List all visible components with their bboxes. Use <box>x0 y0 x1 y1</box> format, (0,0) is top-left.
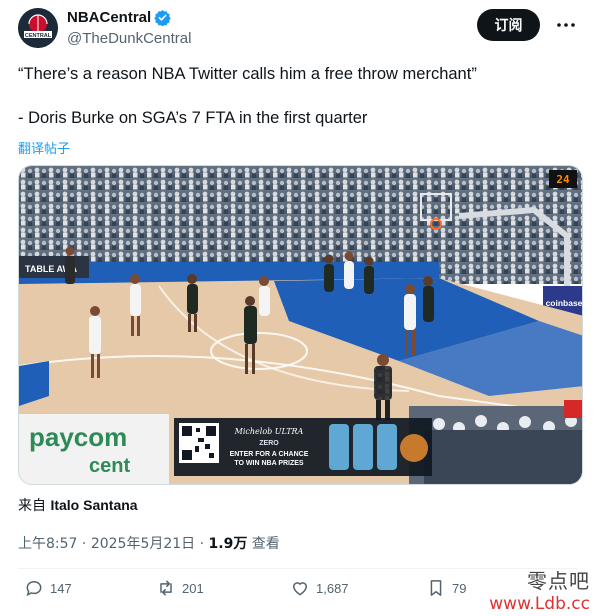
tweet-video[interactable]: TABLE AWA 24 coinbase paycom cent Michel… <box>18 165 583 485</box>
ad-overlay: Michelob ULTRA ZERO ENTER FOR A CHANCE T… <box>174 418 432 476</box>
repost-icon <box>160 580 172 596</box>
ad-line2-text: ENTER FOR A CHANCE <box>230 451 309 458</box>
subscribe-button[interactable]: 订阅 <box>477 9 540 41</box>
bookmark-icon <box>430 580 442 596</box>
heart-icon <box>293 582 307 596</box>
like-button[interactable]: 1,687 <box>290 578 349 598</box>
reply-count: 147 <box>50 580 72 596</box>
repost-count: 201 <box>182 580 204 596</box>
author-handle[interactable]: @TheDunkCentral <box>67 30 191 47</box>
source-name-link[interactable]: Italo Santana <box>50 497 137 513</box>
tweet-header: CENTRAL NBACentral @TheDunkCentral 订阅 <box>18 8 578 52</box>
sponsor-left-text: paycom <box>29 422 127 452</box>
translate-post-link[interactable]: 翻译帖子 <box>18 138 70 157</box>
more-options-icon[interactable] <box>554 13 578 37</box>
sponsor-right-text: coinbase <box>546 298 583 308</box>
repost-button[interactable]: 201 <box>156 578 204 598</box>
media-source: 来自 Italo Santana <box>18 495 138 515</box>
shot-clock-text: 24 <box>556 173 570 186</box>
watermark-cn: 零点吧 <box>527 569 590 593</box>
verified-badge-icon <box>154 10 171 26</box>
views-count: 1.9万 <box>208 536 248 552</box>
watermark: 零点吧 www.Ldb.cc <box>489 565 590 614</box>
views-label: 查看 <box>251 536 280 552</box>
watermark-url: www.Ldb.cc <box>489 594 590 614</box>
sponsor-left-text-2: cent <box>89 455 130 477</box>
tweet-time[interactable]: 上午8:57 <box>18 536 77 552</box>
ad-line3-text: TO WIN NBA PRIZES <box>234 460 304 467</box>
tweet-meta: 上午8:57 · 2025年5月21日 · 1.9万 查看 <box>18 536 280 552</box>
tweet-date[interactable]: 2025年5月21日 <box>91 536 195 552</box>
ad-line1-text: ZERO <box>259 440 279 447</box>
avatar[interactable]: CENTRAL <box>18 8 58 48</box>
source-prefix: 来自 <box>18 498 46 514</box>
author-display-name[interactable]: NBACentral <box>67 9 151 26</box>
bookmark-count: 79 <box>452 580 467 596</box>
bookmark-button[interactable]: 79 <box>426 578 466 598</box>
reply-button[interactable]: 147 <box>24 578 72 598</box>
video-frame: TABLE AWA 24 coinbase paycom cent Michel… <box>19 166 583 484</box>
tweet-line-attribution: - Doris Burke on SGA’s 7 FTA in the firs… <box>18 109 368 127</box>
ad-brand-text: Michelob ULTRA <box>234 427 304 436</box>
tweet-line-quote: “There’s a reason NBA Twitter calls him … <box>18 65 477 83</box>
like-count: 1,687 <box>316 580 349 596</box>
tweet-text: “There’s a reason NBA Twitter calls him … <box>18 63 578 129</box>
avatar-text: CENTRAL <box>25 33 52 39</box>
reply-icon <box>26 580 42 597</box>
